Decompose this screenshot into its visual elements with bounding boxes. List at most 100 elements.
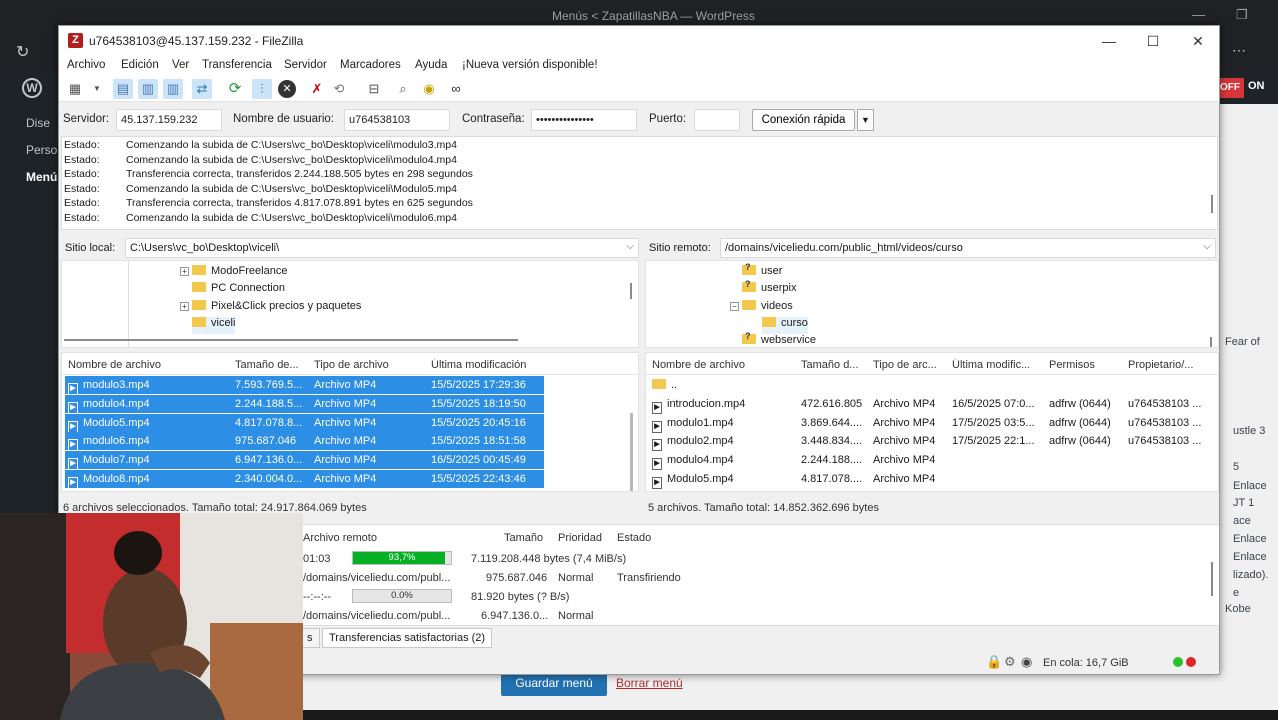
menu-transferencia[interactable]: Transferencia [202,59,272,71]
tree-item-selected[interactable]: curso [762,317,808,334]
tree-item[interactable]: PC Connection [192,282,285,299]
sidebar-item-customize[interactable]: Perso [26,143,57,157]
sidebar-item-menus[interactable]: Menú [26,170,57,184]
file-icon: ▶ [652,439,662,452]
toggle-off-badge[interactable]: OFF [1216,78,1244,98]
sidebar-item-design[interactable]: Dise [26,116,50,130]
toggle-log-icon[interactable]: ▤ [113,79,133,99]
column-header[interactable]: Nombre de archivo [68,359,228,371]
table-row[interactable]: ▶ Modulo8.mp4 2.340.004.0... Archivo MP4 15/… [62,470,638,489]
table-row[interactable]: ▶ introducion.mp4 472.616.805 Archivo MP4 16… [646,395,1218,414]
port-input[interactable] [694,109,740,131]
menu-ver[interactable]: Ver [172,59,189,71]
queue-scrollbar[interactable] [1211,562,1213,596]
modified-cell: 15/5/2025 18:19:50 [431,397,526,410]
file-icon: ▶ [68,477,78,489]
table-row[interactable]: ▶ Modulo5.mp4 4.817.078.8... Archivo MP4 15/… [62,413,638,433]
queue-remote-file[interactable]: /domains/viceliedu.com/publ... [303,610,450,622]
find-files-icon[interactable]: ∞ [446,79,466,99]
column-header[interactable]: Permisos [1049,359,1121,371]
host-input[interactable] [116,109,222,131]
maximize-icon[interactable]: ☐ [1138,31,1168,51]
log-row: Estado: Comenzando la subida de C:\Users\… [64,153,457,166]
column-header[interactable]: Tamaño de... [235,359,307,371]
local-path-input[interactable]: C:\Users\vc_bo\Desktop\viceli\ ⌵ [125,238,639,258]
browser-restore-icon[interactable]: ❐ [1236,7,1248,23]
sync-browse-icon[interactable]: ◉ [419,79,439,99]
tree-item[interactable]: + ModoFreelance [180,265,287,282]
modified-cell: 15/5/2025 18:51:58 [431,435,526,448]
queue-remote-file[interactable]: /domains/viceliedu.com/publ... [303,572,450,584]
table-row[interactable]: .. [646,376,1218,395]
menu-ayuda[interactable]: Ayuda [415,59,447,71]
tab-successful[interactable]: Transferencias satisfactorias (2) [322,628,493,648]
chevron-down-icon[interactable]: ⌵ [626,241,634,252]
expand-icon: + [180,267,189,276]
reload-icon[interactable]: ↻ [16,42,29,62]
column-header[interactable]: Propietario/... [1128,359,1208,371]
local-list-scrollbar[interactable] [630,413,633,491]
log-scrollbar[interactable] [1211,195,1213,213]
table-row[interactable]: ▶ modulo3.mp4 7.593.769.5... Archivo MP4 15/… [62,376,638,395]
remote-path-input[interactable]: /domains/viceliedu.com/public_html/video… [720,238,1216,258]
site-manager-icon[interactable]: ▦ [65,79,85,99]
column-header[interactable]: Última modificación [431,359,581,371]
queue-column-header[interactable]: Prioridad [558,532,602,544]
local-tree-scrollbar[interactable] [630,283,632,299]
table-row[interactable]: ▶ modulo4.mp4 2.244.188.... Archivo MP4 [646,451,1218,471]
menu-marcadores[interactable]: Marcadores [340,59,401,71]
browser-minimize-icon[interactable]: — [1192,7,1205,22]
remote-list-header: Nombre de archivo Tamaño d... Tipo de ar… [646,353,1218,375]
tree-item[interactable]: + Pixel&Click precios y paquetes [180,300,361,317]
menu-edicion[interactable]: Edición [121,59,159,71]
tree-item[interactable]: webservice [742,331,816,347]
tree-item-selected[interactable]: viceli [192,317,236,334]
chevron-down-icon[interactable]: ⌵ [1203,241,1211,252]
remote-tree-scrollbar[interactable] [1210,337,1212,347]
queue-column-header[interactable]: Estado [617,532,651,544]
column-header[interactable]: Nombre de archivo [652,359,792,371]
queue-column-header[interactable]: Tamaño [504,532,543,544]
site-manager-dropdown-icon[interactable]: ▼ [87,79,107,99]
table-row[interactable]: ▶ Modulo7.mp4 6.947.136.0... Archivo MP4 16/… [62,451,638,471]
minimize-icon[interactable]: — [1094,31,1124,51]
password-input[interactable] [531,109,637,131]
quickconnect-dropdown-icon[interactable]: ▼ [857,109,874,131]
filter-icon[interactable]: ⊟ [364,79,384,99]
tree-item[interactable]: userpix [742,279,796,299]
table-row[interactable]: ▶ Modulo5.mp4 4.817.078.... Archivo MP4 [646,470,1218,489]
close-icon[interactable]: ✕ [1183,31,1213,51]
cancel-operation-icon[interactable]: ✕ [278,80,296,98]
table-row[interactable]: ▶ modulo6.mp4 975.687.046 Archivo MP4 15/5/2… [62,432,638,452]
refresh-icon[interactable]: ⟳ [225,79,245,99]
toggle-remote-tree-icon[interactable]: ▥ [163,79,183,99]
table-row[interactable]: ▶ modulo1.mp4 3.869.644.... Archivo MP4 17/5… [646,414,1218,433]
tree-item[interactable]: − videos [730,300,793,317]
process-queue-icon[interactable]: ⫶ [252,79,272,99]
menu-servidor[interactable]: Servidor [284,59,327,71]
quickconnect-button[interactable]: Conexión rápida [752,109,855,131]
toggle-local-tree-icon[interactable]: ▥ [138,79,158,99]
local-tree-hscrollbar[interactable] [64,339,518,341]
tab-failed[interactable]: s [300,628,320,648]
toggle-queue-icon[interactable]: ⇄ [192,79,212,99]
column-header[interactable]: Tipo de arc... [873,359,945,371]
delete-menu-link[interactable]: Borrar menú [616,676,683,690]
disconnect-icon[interactable]: ✗ [307,79,327,99]
folder-icon [742,300,756,310]
file-name-cell: ▶ modulo4.mp4 [652,454,797,471]
queue-column-header[interactable]: Archivo remoto [303,532,377,544]
wordpress-logo-icon[interactable]: W [22,78,42,98]
column-header[interactable]: Última modific... [952,359,1042,371]
username-input[interactable] [344,109,450,131]
table-row[interactable]: ▶ modulo2.mp4 3.448.834.... Archivo MP4 17/5… [646,432,1218,452]
log-row: Estado: Transferencia correcta, transferi… [64,197,473,210]
table-row[interactable]: ▶ modulo4.mp4 2.244.188.5... Archivo MP4 15/… [62,394,638,414]
search-icon[interactable]: ⌕ [393,79,413,99]
menu-archivo[interactable]: Archivo [67,59,105,71]
more-options-icon[interactable]: ⋯ [1232,42,1246,59]
column-header[interactable]: Tamaño d... [801,359,867,371]
menu-new-version[interactable]: ¡Nueva versión disponible! [462,59,598,71]
column-header[interactable]: Tipo de archivo [314,359,426,371]
reconnect-icon[interactable]: ⟲ [329,79,349,99]
